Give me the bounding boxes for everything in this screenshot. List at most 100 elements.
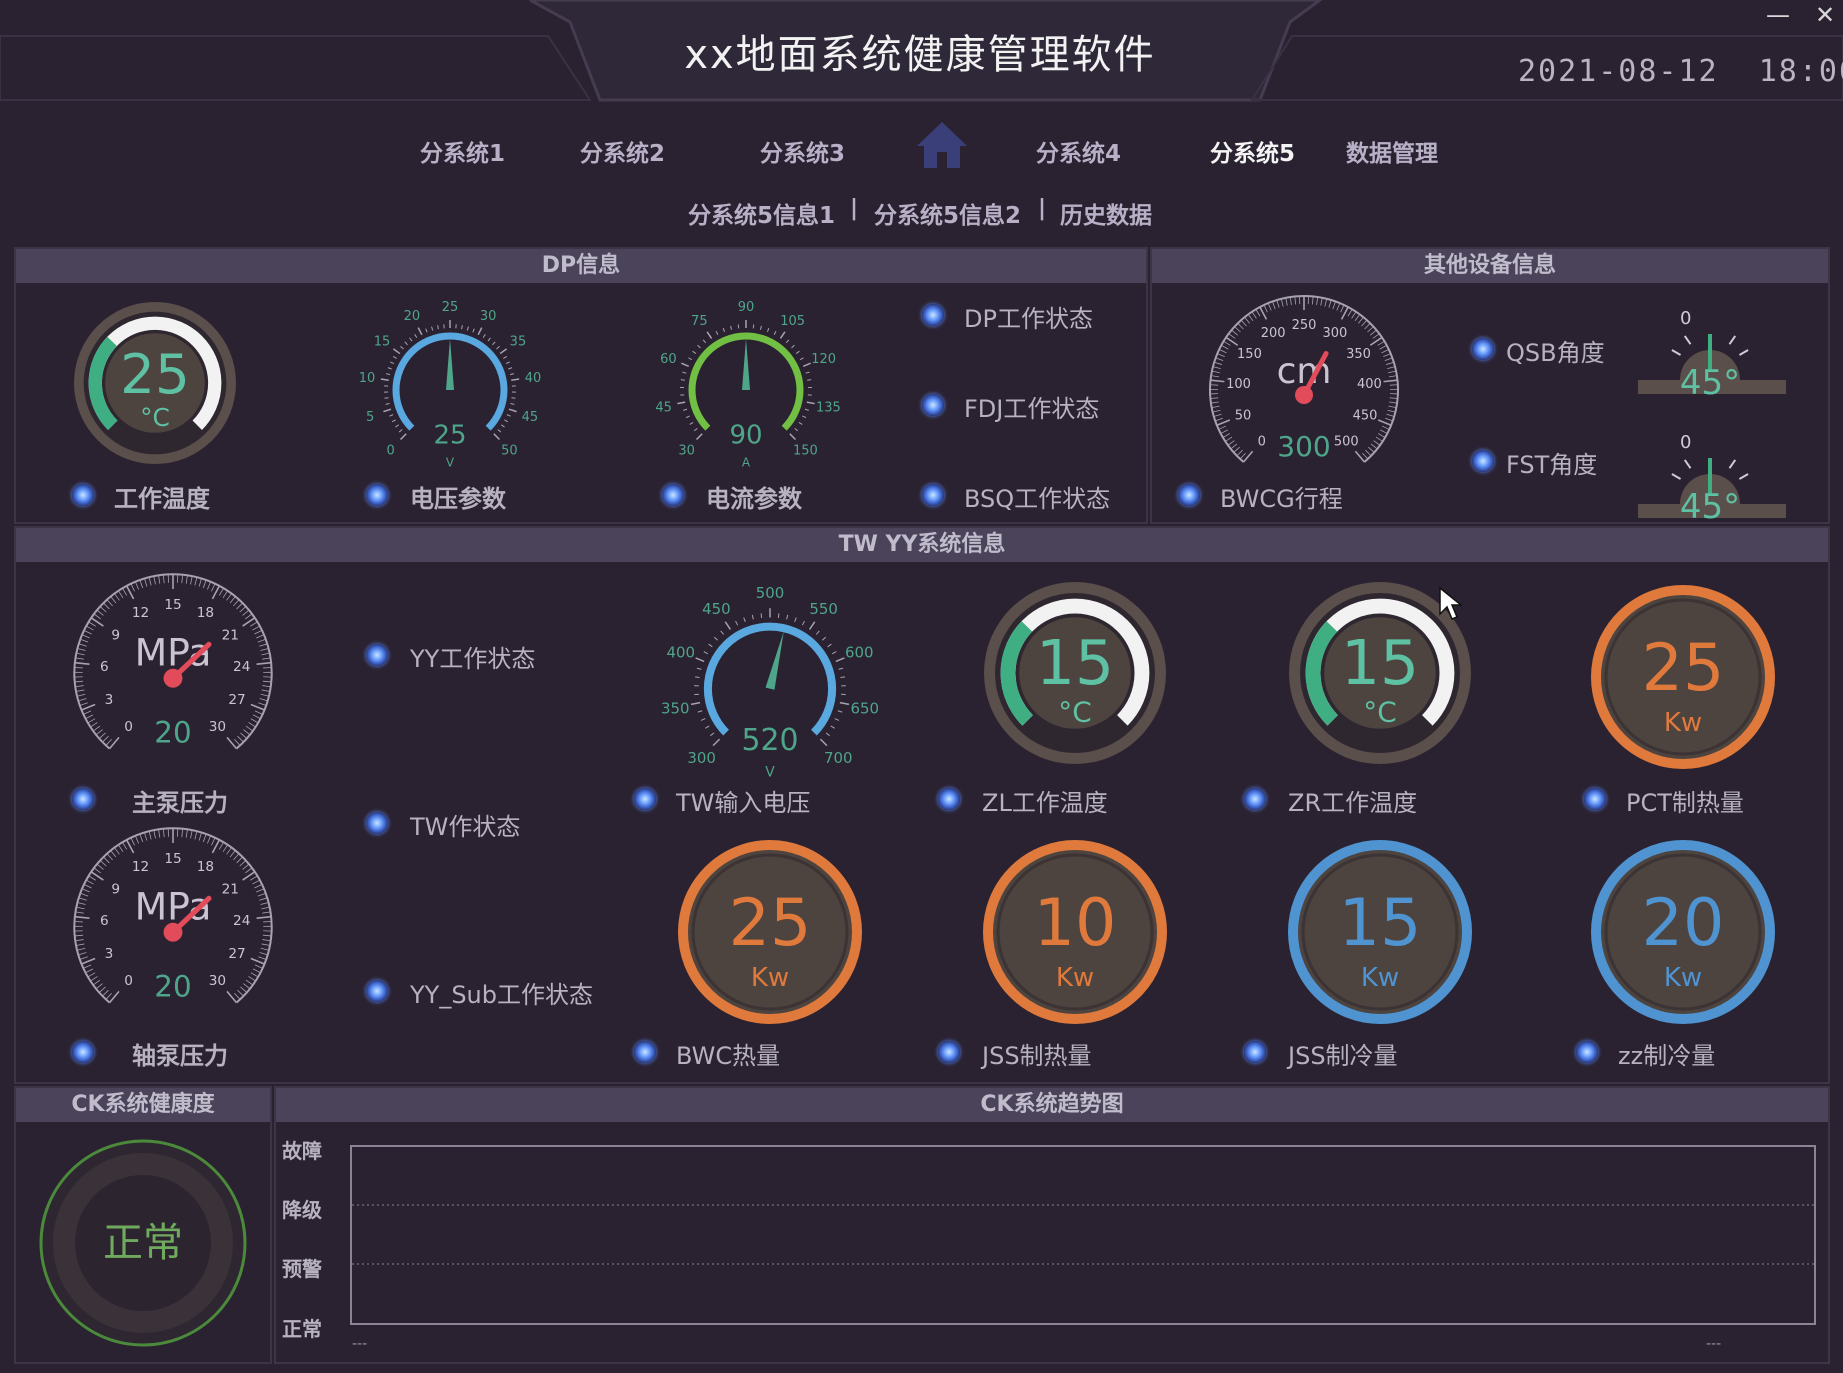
nav-item-subsystem4[interactable]: 分系统4 bbox=[1036, 134, 1121, 168]
status-led bbox=[72, 1041, 94, 1063]
gauge-tick bbox=[85, 968, 94, 974]
gauge-label: JSS制热量 bbox=[982, 1042, 1092, 1070]
gauge-tick bbox=[83, 629, 92, 635]
gauge-tick bbox=[500, 424, 505, 428]
gauge-tick bbox=[240, 986, 248, 993]
gauge-tick bbox=[245, 613, 253, 620]
gauge-tick bbox=[78, 952, 87, 956]
minimize-icon[interactable]: — bbox=[1752, 0, 1804, 34]
gauge-tick bbox=[825, 732, 830, 737]
shaft-pump-gauge: 0 3 6 9 12 15 18 21 24 27 30 MPa 20 bbox=[68, 822, 278, 1032]
gauge-tick bbox=[93, 613, 101, 620]
gauge-tick bbox=[482, 334, 486, 338]
gauge-tick bbox=[75, 943, 85, 946]
gauge-tick bbox=[693, 427, 698, 432]
gauge-tick-label: 20 bbox=[404, 309, 421, 324]
gauge-tick bbox=[85, 625, 94, 631]
gauge-tick bbox=[384, 397, 389, 399]
zl-temp-gauge: 15 °C bbox=[982, 580, 1168, 766]
gauge-tick bbox=[262, 680, 272, 683]
gauge-tick bbox=[250, 972, 259, 978]
gauge-tick bbox=[106, 853, 113, 861]
gauge-tick bbox=[751, 614, 754, 620]
gauge-tick bbox=[789, 433, 797, 441]
gauge-tick bbox=[702, 339, 707, 344]
gauge-tick bbox=[105, 738, 112, 746]
gauge-tick-label: 30 bbox=[209, 973, 226, 989]
gauge-tick bbox=[804, 408, 809, 411]
gauge-tick bbox=[144, 832, 148, 841]
app-title: xx地面系统健康管理软件 bbox=[684, 32, 1156, 78]
gauge-tick bbox=[139, 833, 144, 843]
gauge-tick bbox=[839, 701, 850, 706]
nav-item-subsystem5[interactable]: 分系统5 bbox=[1210, 134, 1295, 168]
gauge-tick bbox=[505, 361, 510, 365]
gauge-tick bbox=[233, 853, 240, 861]
gauge-tick-label: 18 bbox=[197, 605, 214, 621]
gauge-tick bbox=[1213, 413, 1222, 417]
bwcg-gauge: 0 50 100 150 200 250 300 350 400 450 500 cm 300 bbox=[1204, 290, 1404, 490]
gauge-tick bbox=[385, 403, 390, 405]
gauge-tick bbox=[222, 844, 228, 853]
subnav-info1[interactable]: 分系统5信息1 bbox=[688, 196, 835, 230]
status-label-dp: DP工作状态 bbox=[964, 305, 1093, 333]
gauge-tick bbox=[710, 732, 715, 737]
gauge-tick-label: 700 bbox=[824, 749, 853, 767]
gauge-tick bbox=[98, 732, 106, 739]
gauge-tick bbox=[417, 327, 423, 336]
gauge-tick bbox=[229, 850, 236, 858]
gauge-label: ZR工作温度 bbox=[1288, 789, 1418, 817]
gauge-tick bbox=[226, 736, 238, 750]
gauge-tick bbox=[785, 339, 790, 344]
gauge-tick-label: 15 bbox=[164, 851, 181, 867]
gauge-tick bbox=[1387, 366, 1396, 370]
gauge-tick bbox=[504, 419, 509, 423]
gauge-tick bbox=[1388, 405, 1397, 409]
gauge-tick-label: 10 bbox=[359, 371, 376, 386]
gauge-tick bbox=[110, 596, 117, 604]
subnav-history[interactable]: 历史数据 bbox=[1060, 196, 1152, 230]
gauge-tick bbox=[487, 337, 491, 342]
nav-item-subsystem1[interactable]: 分系统1 bbox=[420, 134, 505, 168]
nav-item-data-management[interactable]: 数据管理 bbox=[1346, 134, 1438, 168]
gauge-tick bbox=[1211, 370, 1220, 374]
gauge-tick bbox=[1237, 323, 1244, 330]
gauge-tick bbox=[1211, 375, 1220, 378]
close-icon[interactable]: ✕ bbox=[1808, 0, 1842, 34]
gauge-tick bbox=[827, 643, 832, 648]
gauge-tick bbox=[1230, 443, 1238, 450]
gauge-tick bbox=[75, 685, 84, 688]
gauge-tick-label: 450 bbox=[1353, 409, 1378, 424]
gauge-tick bbox=[1214, 361, 1222, 365]
gauge-tick bbox=[1276, 299, 1280, 308]
gauge-tick bbox=[705, 725, 710, 729]
gauge-tick-label: 30 bbox=[678, 443, 695, 458]
status-led bbox=[922, 394, 944, 416]
jss-cool-gauge: 15 Kw bbox=[1287, 839, 1473, 1025]
home-icon[interactable] bbox=[915, 120, 969, 170]
gauge-tick bbox=[236, 602, 243, 610]
gauge-tick bbox=[237, 989, 244, 997]
subnav-separator: | bbox=[850, 196, 859, 221]
gauge-tick-label: 250 bbox=[1292, 318, 1317, 333]
gauge-tick bbox=[99, 860, 107, 867]
nav-item-subsystem3[interactable]: 分系统3 bbox=[760, 134, 845, 168]
mouse-cursor-icon bbox=[1439, 586, 1462, 620]
gauge-tick bbox=[1233, 446, 1240, 453]
gauge-tick bbox=[211, 583, 216, 592]
gauge-tick bbox=[162, 828, 165, 838]
status-label-yy: YY工作状态 bbox=[410, 645, 536, 673]
gauge-tick-label: 120 bbox=[811, 352, 836, 367]
gauge-tick-label: 50 bbox=[501, 443, 518, 458]
gauge-tick bbox=[409, 337, 413, 342]
trend-y-label: 故障 bbox=[282, 1139, 322, 1163]
trend-chart-area bbox=[350, 1145, 1816, 1325]
gauge-tick bbox=[1373, 440, 1381, 446]
trend-x-label-left: --- bbox=[352, 1336, 368, 1352]
subnav-info2[interactable]: 分系统5信息2 bbox=[874, 196, 1021, 230]
gauge-tick bbox=[254, 629, 263, 635]
gauge-tick bbox=[80, 892, 89, 897]
gauge-tick bbox=[90, 976, 98, 982]
nav-item-subsystem2[interactable]: 分系统2 bbox=[580, 134, 665, 168]
gauge-tick-label: 45 bbox=[522, 410, 539, 425]
